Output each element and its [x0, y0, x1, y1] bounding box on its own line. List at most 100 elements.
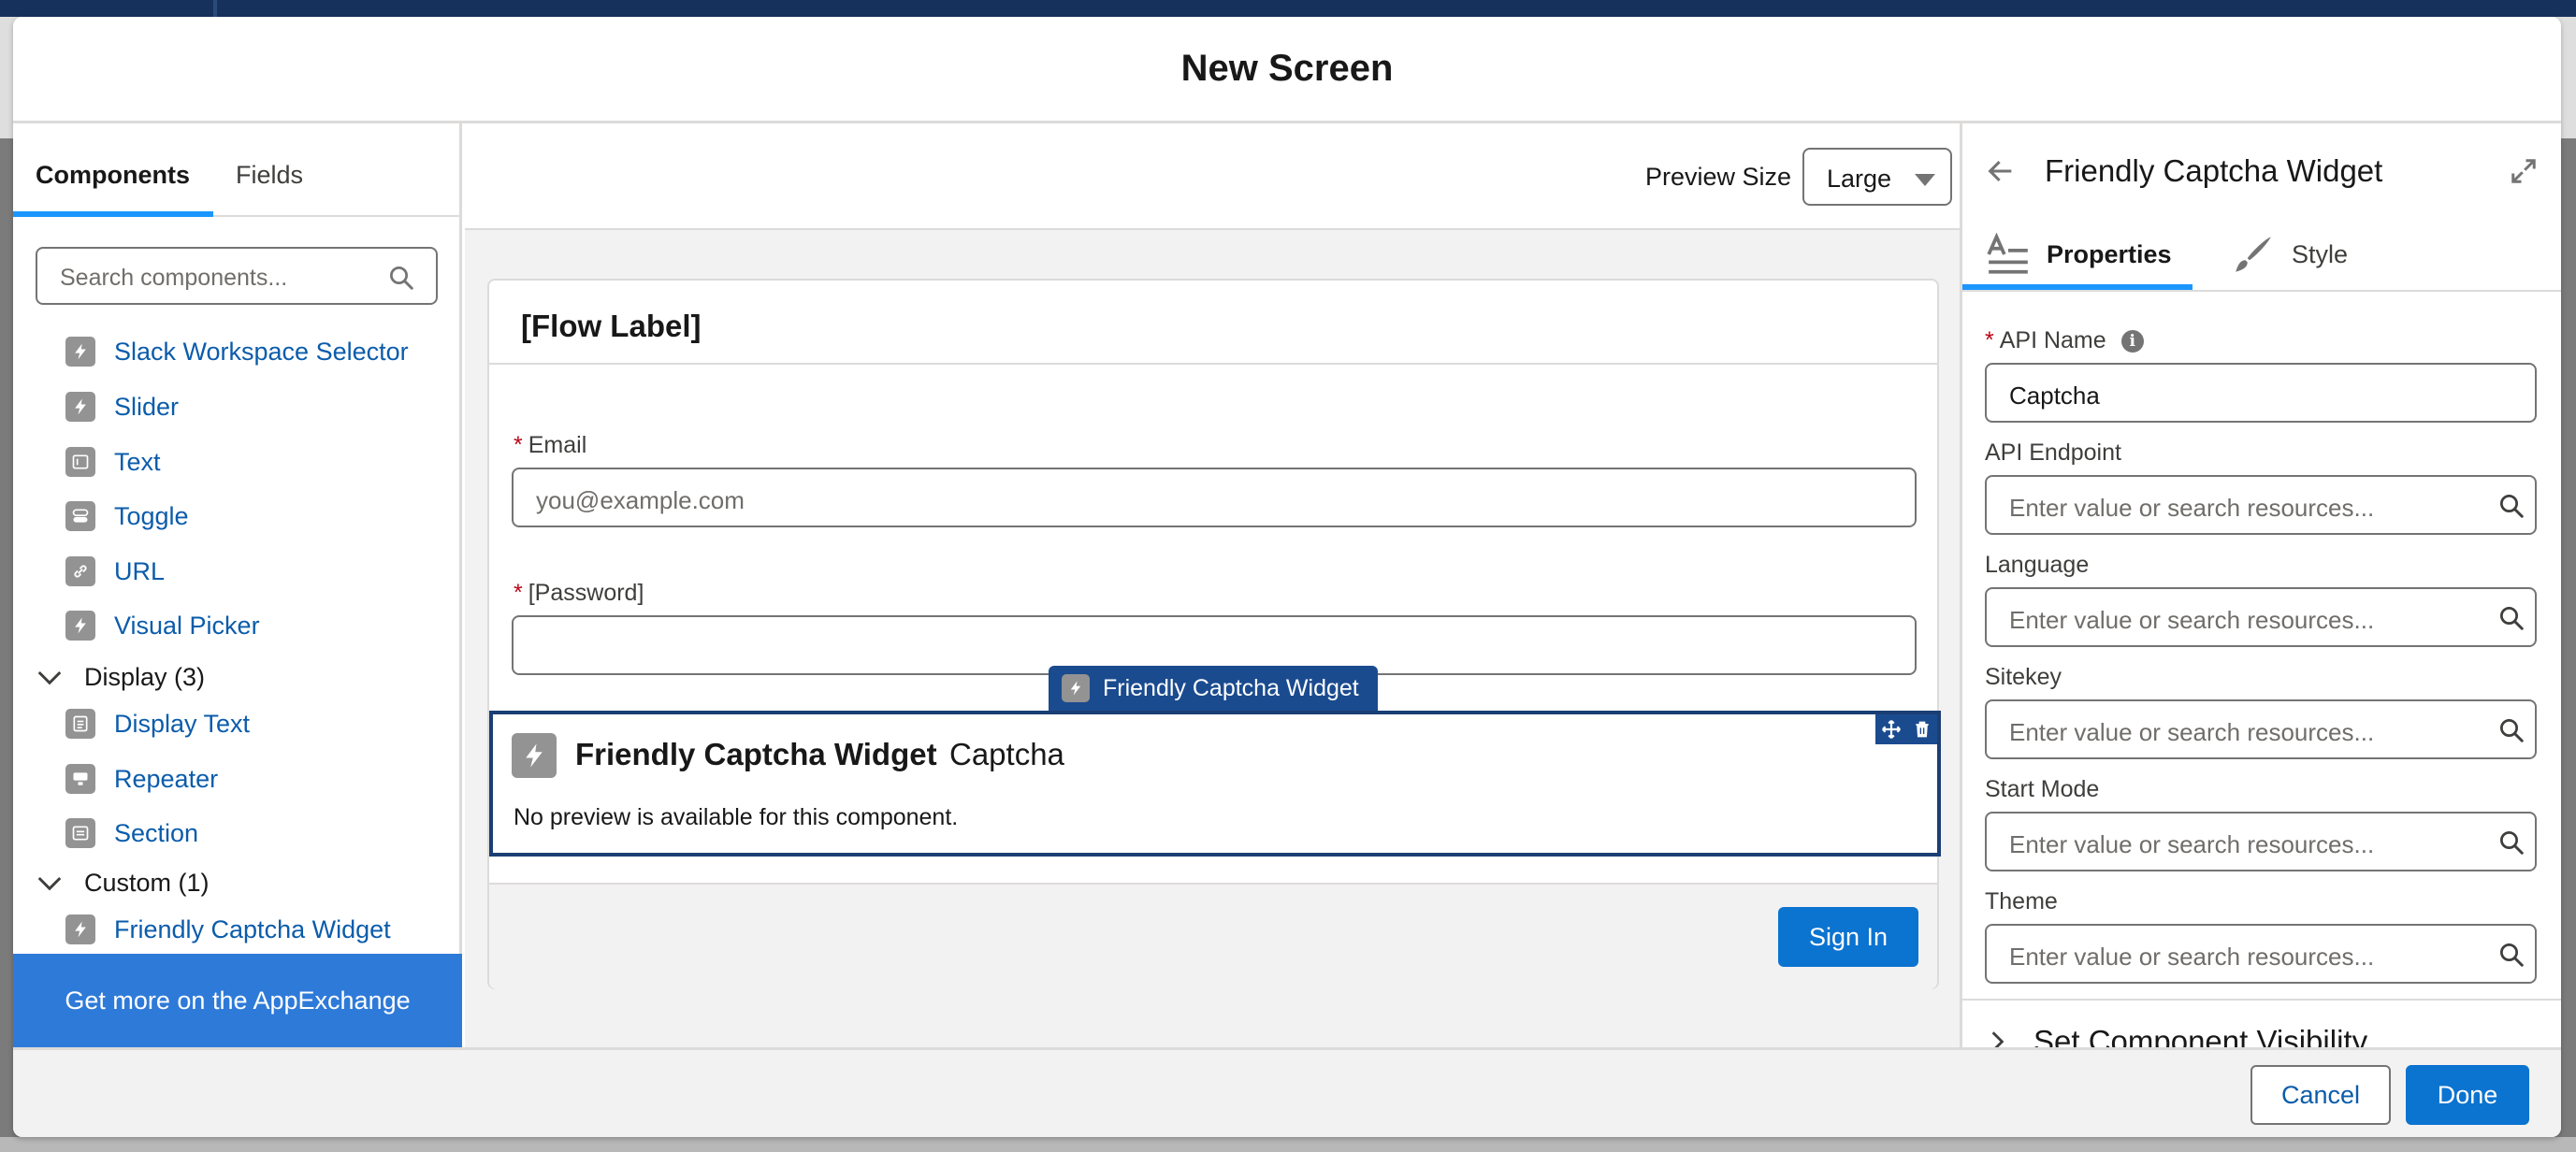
- screen-footer: Sign In: [489, 883, 1937, 989]
- done-button[interactable]: Done: [2406, 1065, 2529, 1125]
- component-label: Friendly Captcha Widget: [114, 914, 391, 943]
- tab-fields[interactable]: Fields: [236, 161, 303, 190]
- email-field[interactable]: you@example.com: [512, 468, 1917, 527]
- active-tab-indicator: [1962, 284, 2192, 290]
- cancel-button[interactable]: Cancel: [2250, 1065, 2391, 1125]
- api-endpoint-label: API Endpoint i: [1985, 439, 2121, 466]
- component-label: Repeater: [114, 764, 219, 793]
- component-label: Text: [114, 447, 161, 476]
- component-item-repeater[interactable]: Repeater: [65, 758, 218, 799]
- header-divider: [489, 363, 1937, 365]
- component-item-text[interactable]: Text: [65, 441, 161, 482]
- input-placeholder: Enter value or search resources...: [2009, 494, 2375, 522]
- component-item-toggle[interactable]: Toggle: [65, 496, 189, 537]
- password-label: * [Password]: [514, 580, 644, 606]
- component-label: Display Text: [114, 709, 251, 738]
- theme-input[interactable]: Enter value or search resources...: [1985, 924, 2537, 984]
- section-display-label: Display (3): [84, 662, 206, 691]
- appexchange-link[interactable]: Get more on the AppExchange: [13, 954, 462, 1047]
- chevron-down-icon: [37, 876, 62, 891]
- modal-body: Components Fields Search components... S…: [13, 123, 2561, 1047]
- api-name-input[interactable]: Captcha: [1985, 363, 2537, 423]
- panel-tabs: Components Fields: [13, 123, 462, 217]
- search-icon: [2500, 607, 2524, 630]
- set-component-visibility-toggle[interactable]: Set Component Visibility: [1985, 1023, 2561, 1047]
- tab-style-label: Style: [2292, 239, 2349, 268]
- theme-label: Theme i: [1985, 888, 2058, 914]
- components-panel: Components Fields Search components... S…: [13, 123, 462, 1047]
- lightning-icon: [1062, 674, 1090, 702]
- app-top-bar: [0, 0, 2576, 17]
- widget-tools: [1875, 714, 1937, 744]
- component-item-friendly-captcha-widget[interactable]: Friendly Captcha Widget: [65, 909, 391, 950]
- search-icon: [2500, 831, 2524, 855]
- input-placeholder: Enter value or search resources...: [2009, 718, 2375, 746]
- tab-components[interactable]: Components: [36, 161, 190, 190]
- back-arrow-icon[interactable]: [1985, 155, 2017, 187]
- paintbrush-icon: [2236, 237, 2271, 272]
- email-placeholder: you@example.com: [536, 486, 745, 514]
- sitekey-input[interactable]: Enter value or search resources...: [1985, 699, 2537, 759]
- modal-title: New Screen: [1180, 48, 1394, 89]
- new-screen-modal: New Screen Components Fields Search comp…: [13, 17, 2561, 1137]
- api-endpoint-input[interactable]: Enter value or search resources...: [1985, 475, 2537, 535]
- input-placeholder: Enter value or search resources...: [2009, 830, 2375, 858]
- lightning-icon: [65, 337, 95, 367]
- properties-title: Friendly Captcha Widget: [2045, 153, 2383, 188]
- section-custom-label: Custom (1): [84, 868, 210, 897]
- widget-selection-tag: Friendly Captcha Widget: [1049, 666, 1378, 711]
- modal-header: New Screen: [13, 17, 2561, 123]
- start-mode-input[interactable]: Enter value or search resources...: [1985, 812, 2537, 871]
- screen-preview: [Flow Label] * Email you@example.com * [Pa…: [487, 279, 1941, 989]
- delete-icon[interactable]: [1913, 719, 1932, 740]
- sign-in-button[interactable]: Sign In: [1778, 907, 1918, 967]
- start-mode-label: Start Mode i: [1985, 776, 2100, 802]
- component-label: Section: [114, 818, 199, 847]
- lightning-icon: [65, 914, 95, 944]
- properties-header: Friendly Captcha Widget: [1962, 123, 2561, 217]
- tab-properties-label: Properties: [2047, 239, 2172, 268]
- component-item-display-text[interactable]: Display Text: [65, 703, 250, 744]
- preview-size-select[interactable]: Large: [1802, 148, 1952, 206]
- search-icon: [2500, 943, 2524, 967]
- component-item-section[interactable]: Section: [65, 813, 198, 854]
- tab-style[interactable]: Style: [2230, 236, 2348, 273]
- section-custom-toggle[interactable]: Custom (1): [36, 862, 210, 903]
- language-input[interactable]: Enter value or search resources...: [1985, 587, 2537, 647]
- search-placeholder: Search components...: [60, 265, 288, 291]
- component-item-url[interactable]: URL: [65, 551, 165, 592]
- section-divider: [1962, 999, 2561, 1001]
- active-tab-indicator: [13, 211, 213, 217]
- input-placeholder: Enter value or search resources...: [2009, 943, 2375, 971]
- section-display-toggle[interactable]: Display (3): [36, 656, 205, 698]
- flow-label: [Flow Label]: [521, 309, 702, 343]
- component-label: Visual Picker: [114, 611, 260, 640]
- toggle-icon: [65, 501, 95, 531]
- tab-properties[interactable]: Properties: [1985, 232, 2172, 274]
- properties-icon: [1987, 232, 2028, 274]
- expand-icon[interactable]: [2510, 157, 2538, 185]
- display-text-icon: [65, 709, 95, 739]
- text-field-icon: [65, 447, 95, 477]
- language-label: Language i: [1985, 552, 2090, 578]
- info-icon[interactable]: i: [2120, 329, 2144, 353]
- widget-api-name: Captcha: [949, 737, 1064, 771]
- properties-tabs: Properties Style: [1962, 217, 2561, 292]
- caret-down-icon: [1915, 174, 1935, 186]
- repeater-icon: [65, 764, 95, 794]
- set-component-visibility-label: Set Component Visibility: [2033, 1024, 2368, 1047]
- component-item-visual-picker[interactable]: Visual Picker: [65, 605, 260, 646]
- component-item-slack-workspace-selector[interactable]: Slack Workspace Selector: [65, 331, 409, 372]
- component-item-slider[interactable]: Slider: [65, 386, 179, 427]
- api-name-value: Captcha: [2009, 382, 2100, 410]
- link-icon: [65, 556, 95, 586]
- properties-panel: Friendly Captcha Widget Properties Style…: [1960, 123, 2561, 1047]
- widget-title: Friendly Captcha Widget: [575, 737, 937, 771]
- preview-size-value: Large: [1827, 165, 1892, 193]
- search-icon: [390, 266, 413, 290]
- friendly-captcha-widget-selected[interactable]: Friendly Captcha Widget Captcha No previ…: [489, 711, 1941, 857]
- sitekey-label: Sitekey i: [1985, 664, 2062, 690]
- input-placeholder: Enter value or search resources...: [2009, 606, 2375, 634]
- search-components-input[interactable]: Search components...: [36, 247, 438, 305]
- move-icon[interactable]: [1881, 719, 1902, 740]
